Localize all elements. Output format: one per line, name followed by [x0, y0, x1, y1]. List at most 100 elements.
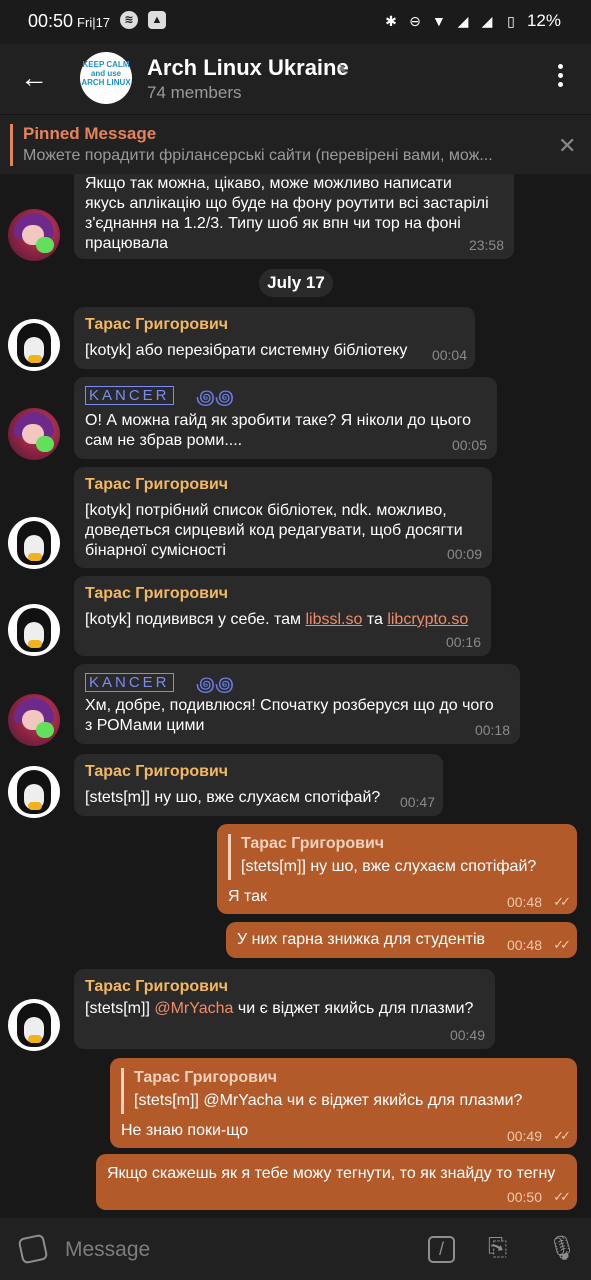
message-time: 00:49 [449, 1027, 485, 1043]
avatar[interactable] [8, 517, 60, 569]
message-bubble[interactable]: Якщо так можна, цікаво, може можливо нап… [74, 174, 514, 259]
close-icon[interactable]: ✕ [558, 133, 576, 159]
message-text: Якщо так можна, цікаво, може можливо нап… [85, 175, 489, 252]
member-count: 74 members [147, 83, 242, 102]
read-checkmarks-icon: ✓✓ [553, 1189, 571, 1204]
message-input[interactable]: Message [65, 1238, 150, 1262]
link-libcrypto[interactable]: libcrypto.so [387, 611, 468, 628]
message-bubble[interactable]: Тарас Григорович [kotyk] потрібний списо… [74, 467, 492, 568]
avatar[interactable] [8, 999, 60, 1051]
pinned-text: Можете порадити фрілансерські сайти (пер… [23, 147, 493, 164]
attach-icon[interactable]: ⎘ [488, 1234, 507, 1262]
sender-name[interactable]: Тарас Григорович [85, 763, 228, 781]
pinned-label: Pinned Message [23, 124, 157, 143]
message-text: Не знаю поки-що [121, 1122, 249, 1139]
system-icons: ✱ ⊖ ▼ ◢ ◢ ▯ 12% [383, 11, 561, 31]
sender-name[interactable]: Тарас Григорович [85, 476, 228, 494]
dnd-icon: ⊖ [409, 13, 421, 29]
group-title[interactable]: Arch Linux Ukraine [147, 55, 349, 81]
back-arrow-icon[interactable]: ← [20, 64, 50, 94]
message-text: О! А можна гайд як зробити таке? Я нікол… [85, 412, 471, 449]
battery-level: 12% [526, 11, 561, 30]
reply-quote[interactable]: Тарас Григорович [stets[m]] ну шо, вже с… [228, 834, 536, 880]
message-time: 00:04 [431, 347, 467, 363]
wifi-icon: ▼ [432, 13, 446, 29]
quote-sender: Тарас Григорович [241, 835, 385, 852]
message-bubble[interactable]: KANCER ꩜꩜ О! А можна гайд як зробити так… [74, 377, 497, 459]
message-bubble[interactable]: Тарас Григорович [stets[m]] @MrYacha чи … [74, 969, 495, 1049]
message-time: 00:16 [445, 634, 481, 650]
message-text: [kotyk] або перезібрати системну бібліот… [85, 342, 408, 359]
avatar[interactable] [8, 604, 60, 656]
message-time: 00:48 [506, 894, 542, 910]
message-time: 00:18 [474, 722, 510, 738]
bluetooth-icon: ✱ [385, 13, 397, 29]
sender-name[interactable]: Тарас Григорович [85, 585, 228, 603]
message-time: 00:48 [506, 937, 542, 953]
message-time: 00:49 [506, 1128, 542, 1144]
sender-decoration: ꩜꩜ [196, 674, 234, 696]
avatar[interactable] [8, 694, 60, 746]
mention-link[interactable]: @MrYacha [154, 1000, 233, 1017]
bot-commands-icon[interactable]: / [428, 1236, 455, 1263]
message-text: Хм, добре, подивлюся! Спочатку розберуся… [85, 697, 494, 734]
signal-icon-2: ◢ [481, 13, 493, 29]
avatar[interactable] [8, 766, 60, 818]
link-libssl[interactable]: libssl.so [305, 611, 362, 628]
avatar[interactable] [8, 408, 60, 460]
message-text: Я так [228, 888, 268, 905]
quote-sender: Тарас Григорович [134, 1069, 278, 1086]
message-bubble-outgoing[interactable]: У них гарна знижка для студентів 00:48 ✓… [226, 922, 577, 958]
reply-quote[interactable]: Тарас Григорович [stets[m]] @MrYacha чи … [121, 1068, 522, 1114]
message-bubble-outgoing[interactable]: Тарас Григорович [stets[m]] @MrYacha чи … [110, 1058, 577, 1148]
group-avatar[interactable]: KEEP CALM and use ARCH LINUX [80, 52, 132, 104]
read-checkmarks-icon: ✓✓ [553, 894, 571, 909]
status-date: Fri|17 [77, 15, 111, 30]
read-checkmarks-icon: ✓✓ [553, 1128, 571, 1143]
avatar[interactable] [8, 209, 60, 261]
message-text: У них гарна знижка для студентів [237, 931, 486, 948]
message-time: 00:47 [399, 794, 435, 810]
message-bubble[interactable]: Тарас Григорович [kotyk] подивився у себ… [74, 576, 491, 656]
chat-header: ← KEEP CALM and use ARCH LINUX Arch Linu… [0, 44, 591, 114]
composer-bar: Message / ⎘ 🎙︎ [0, 1218, 591, 1280]
message-text: [stets[m]] ну шо, вже слухаєм спотіфай? [85, 789, 381, 806]
message-time: 00:50 [506, 1189, 542, 1205]
message-bubble[interactable]: KANCER ꩜꩜ Хм, добре, подивлюся! Спочатку… [74, 664, 520, 744]
notification-icons: ≋ ▲ [120, 11, 166, 29]
message-bubble[interactable]: Тарас Григорович [kotyk] або перезібрати… [74, 307, 475, 369]
image-icon: ▲ [148, 11, 166, 29]
message-time: 00:05 [451, 437, 487, 453]
message-time: 23:58 [468, 237, 504, 253]
spotify-icon: ≋ [120, 11, 138, 29]
date-separator: July 17 [259, 269, 333, 297]
status-time: 00:50 Fri|17 [28, 11, 111, 31]
quote-text: [stets[m]] ну шо, вже слухаєм спотіфай? [241, 858, 537, 875]
battery-icon: ▯ [507, 13, 515, 29]
message-time: 00:09 [446, 546, 482, 562]
message-text: [stets[m]] @MrYacha чи є віджет якийсь д… [85, 1000, 474, 1017]
message-bubble[interactable]: Тарас Григорович [stets[m]] ну шо, вже с… [74, 754, 443, 816]
status-bar: 00:50 Fri|17 ≋ ▲ ✱ ⊖ ▼ ◢ ◢ ▯ 12% [0, 0, 591, 44]
sender-decoration: ꩜꩜ [196, 387, 234, 409]
message-list[interactable]: Якщо так можна, цікаво, може можливо нап… [0, 174, 591, 1218]
sender-name[interactable]: Тарас Григорович [85, 978, 228, 996]
read-checkmarks-icon: ✓✓ [553, 937, 571, 952]
more-menu-icon[interactable] [552, 64, 568, 94]
avatar[interactable] [8, 319, 60, 371]
message-text: [kotyk] потрібний список бібліотек, ndk.… [85, 502, 463, 559]
message-bubble-outgoing[interactable]: Тарас Григорович [stets[m]] ну шо, вже с… [217, 824, 577, 914]
message-bubble-outgoing[interactable]: Якщо скажешь як я тебе можу тегнути, то … [96, 1154, 577, 1210]
pinned-message-bar[interactable]: Pinned Message Можете порадити фрілансер… [0, 114, 591, 174]
pinned-accent [10, 124, 13, 166]
microphone-icon[interactable]: 🎙︎ [547, 1234, 577, 1263]
sender-name[interactable]: KANCER [85, 386, 174, 405]
sender-name[interactable]: Тарас Григорович [85, 316, 228, 334]
sticker-icon[interactable] [17, 1233, 49, 1265]
sender-name[interactable]: KANCER [85, 673, 174, 692]
muted-icon: 🔇︎ [339, 60, 348, 76]
message-text: Якщо скажешь як я тебе можу тегнути, то … [107, 1165, 556, 1182]
signal-icon: ◢ [457, 13, 469, 29]
quote-text: [stets[m]] @MrYacha чи є віджет якийсь д… [134, 1092, 523, 1109]
message-text: [kotyk] подивився у себе. там libssl.so … [85, 611, 469, 628]
